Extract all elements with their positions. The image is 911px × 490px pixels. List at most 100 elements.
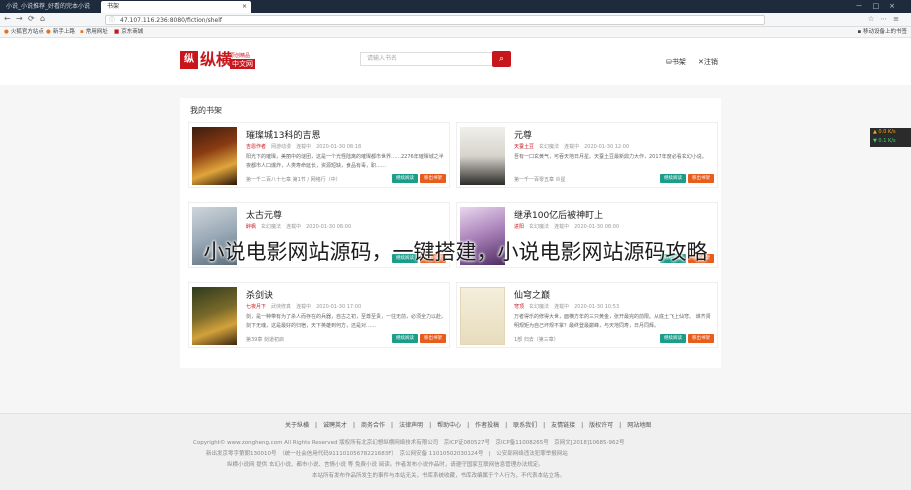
remove-from-shelf-button[interactable]: 移出书架 [688,174,714,183]
book-author[interactable]: 进阳 [514,224,524,230]
book-meta: 天蚕土豆 玄幻魔法 连载中 2020-01-30 12:00 [514,143,629,150]
shelf-link[interactable]: ⛁书架 [666,57,686,67]
bookmark-item[interactable]: ■ 京东商城 [114,28,143,37]
bookmark-label: 新手上路 [52,29,75,35]
window-controls[interactable]: －□× [856,1,905,11]
book-category: 玄幻魔法 [261,224,282,230]
book-last-chapter[interactable]: 1部 归去（第三章） [514,336,559,343]
continue-reading-button[interactable]: 继续阅读 [392,174,418,183]
upload-speed: ▲ 0.0 K/s [873,129,896,135]
mobile-bookmarks[interactable]: ▪ 移动设备上的书签 [858,28,908,37]
close-tab-icon[interactable]: × [242,1,247,13]
book-title[interactable]: 元尊 [514,128,532,141]
book-status: 连载中 [554,304,570,310]
search-button[interactable]: ⌕ [492,51,511,67]
book-update: 2020-01-30 08:00 [306,224,352,230]
url-text: 47.107.116.236:8080/fiction/shelf [120,17,223,24]
book-last-chapter[interactable]: 第39章 剑道初启 [246,336,284,343]
book-last-chapter[interactable]: 第一千一百零五章 炎星 [514,176,566,183]
book-status: 连载中 [296,304,312,310]
continue-reading-button[interactable]: 继续阅读 [392,334,418,343]
book-description: 阳光下的璀璨，美丽中的谜团，这是一个光怪陆离的璀璨都市世界……2276年璀璨城之… [246,154,444,169]
book-description: 吾有一口玄黄气，可吞天地日月星。天蚕土豆最新鼎力大作，2017年度必看玄幻小说。 [514,154,707,160]
book-cover[interactable] [192,127,237,185]
footer-copyright: Copyright© www.zongheng.com All Rights R… [193,440,625,446]
toolbar-icons[interactable]: ☆⋯≡ [868,15,905,23]
reload-icon[interactable]: ⟳ [28,14,35,23]
book-title[interactable]: 继承100亿后被神盯上 [514,208,603,221]
book-status: 连载中 [554,224,570,230]
book-cover[interactable] [192,287,237,345]
book-title[interactable]: 璀璨城13科的吉恩 [246,128,320,141]
book-card: 璀璨城13科的吉恩 吉恩作者 网游动漫 连载中 2020-01-30 08:18… [188,122,450,188]
book-author[interactable]: 吉恩作者 [246,144,266,150]
book-update: 2020-01-30 12:00 [584,144,630,150]
browser-tab-home[interactable]: 小说_小说推荐_好看的完本小说 [0,1,100,13]
footer-license: 新出发京零字第朝130010号 （统一社会信用代码911101056782216… [206,451,568,457]
bookmarks-bar: ● 火狐官方站点 ● 新手上路 ▪ 常用网址 ■ 京东商城 ▪ 移动设备上的书签 [0,27,911,38]
book-category: 玄幻魔法 [529,304,550,310]
bookmark-label: 火狐官方站点 [10,29,44,35]
logo-mark: 纵 [180,51,198,69]
continue-reading-button[interactable]: 继续阅读 [660,174,686,183]
logout-link[interactable]: ✕注销 [698,57,718,67]
footer-disclaimer: 本站所有发布作品所发生的事件与本站无关，书库系统收藏，书库改编属于个人行为，不代… [312,473,566,479]
book-author[interactable]: 七夜月下 [246,304,266,310]
book-title[interactable]: 仙穹之巅 [514,288,550,301]
remove-from-shelf-button[interactable]: 移出书架 [688,334,714,343]
logo-sub2: 中文网 [230,59,255,69]
book-category: 网游动漫 [271,144,292,150]
book-category: 武侠修真 [271,304,292,310]
logo-sub1: 原创精品 [230,53,251,59]
book-cover[interactable] [460,127,505,185]
tab-label: 小说_小说推荐_好看的完本小说 [6,3,91,10]
jd-icon: ■ [114,29,120,35]
back-icon[interactable]: ← [4,14,11,23]
book-update: 2020-01-30 08:00 [574,224,620,230]
bookmark-item[interactable]: ▪ 常用网址 [80,28,108,37]
download-speed: ▼ 0.1 K/s [873,138,896,144]
book-author[interactable]: 醉枫 [246,224,256,230]
browser-tab-shelf[interactable]: 书架 × [101,1,251,13]
network-speed-widget: ▲ 0.0 K/s ▼ 0.1 K/s [870,128,911,147]
remove-from-shelf-button[interactable]: 移出书架 [420,334,446,343]
browser-titlebar: 小说_小说推荐_好看的完本小说 书架 × －□× [0,0,911,13]
book-meta: 醉枫 玄幻魔法 连载中 2020-01-30 08:00 [246,223,351,230]
logo-name: 纵横 [200,50,233,69]
folder-icon: ▪ [857,29,862,35]
bookmark-item[interactable]: ● 新手上路 [46,28,75,37]
book-category: 玄幻魔法 [529,224,550,230]
shelf-link-label: 书架 [671,58,686,66]
footer-notice: 纵横小说网 提供 玄幻小说、都市小说、言情小说 等 免费小说 阅读。作者发布小说… [227,462,544,468]
url-input[interactable]: ⓘ 47.107.116.236:8080/fiction/shelf [105,15,765,25]
book-title[interactable]: 杀剑诀 [246,288,273,301]
book-description: 万者得乐的修得大世，面横方年的三只黄金，张开最完的前限。从底土飞上仙穹。 谁齐贤… [514,314,711,329]
remove-from-shelf-button[interactable]: 移出书架 [420,174,446,183]
book-meta: 进阳 玄幻魔法 连载中 2020-01-30 08:00 [514,223,619,230]
book-card: 杀剑诀 七夜月下 武侠修真 连载中 2020-01-30 17:00 剑，是一种… [188,282,450,348]
continue-reading-button[interactable]: 继续阅读 [660,334,686,343]
book-author[interactable]: 穹顶 [514,304,524,310]
book-title[interactable]: 太古元尊 [246,208,282,221]
book-card: 仙穹之巅 穹顶 玄幻魔法 连载中 2020-01-30 10:53 万者得乐的修… [456,282,718,348]
search-input[interactable]: 请输入书名 [360,52,492,66]
firefox-icon: ● [4,29,9,35]
book-author[interactable]: 天蚕土豆 [514,144,534,150]
home-icon[interactable]: ⌂ [40,14,45,23]
book-last-chapter[interactable]: 第一千二百八十七章 第1节 / 网络行（中） [246,176,341,183]
forward-icon[interactable]: → [16,14,23,23]
bookshelf-panel: 我的书架 璀璨城13科的吉恩 吉恩作者 网游动漫 连载中 2020-01-30 … [180,98,721,368]
folder-icon: ▪ [80,29,84,35]
book-card: 元尊 天蚕土豆 玄幻魔法 连载中 2020-01-30 12:00 吾有一口玄黄… [456,122,718,188]
firefox-icon: ● [46,29,51,35]
overlay-caption: 小说电影网站源码，一键搭建，小说电影网站源码攻略 [203,240,708,264]
site-logo[interactable]: 纵 纵横 原创精品 中文网 [180,50,260,70]
book-meta: 吉恩作者 网游动漫 连载中 2020-01-30 08:18 [246,143,361,150]
book-status: 连载中 [286,224,302,230]
book-category: 玄幻魔法 [539,144,560,150]
bookmark-item[interactable]: ● 火狐官方站点 [4,28,44,37]
book-update: 2020-01-30 17:00 [316,304,362,310]
book-cover[interactable] [460,287,505,345]
footer-links[interactable]: 关于纵横 | 诚聘英才 | 商务合作 | 法律声明 | 帮助中心 | 作者投稿 … [285,420,651,429]
book-meta: 穹顶 玄幻魔法 连载中 2020-01-30 10:53 [514,303,619,310]
